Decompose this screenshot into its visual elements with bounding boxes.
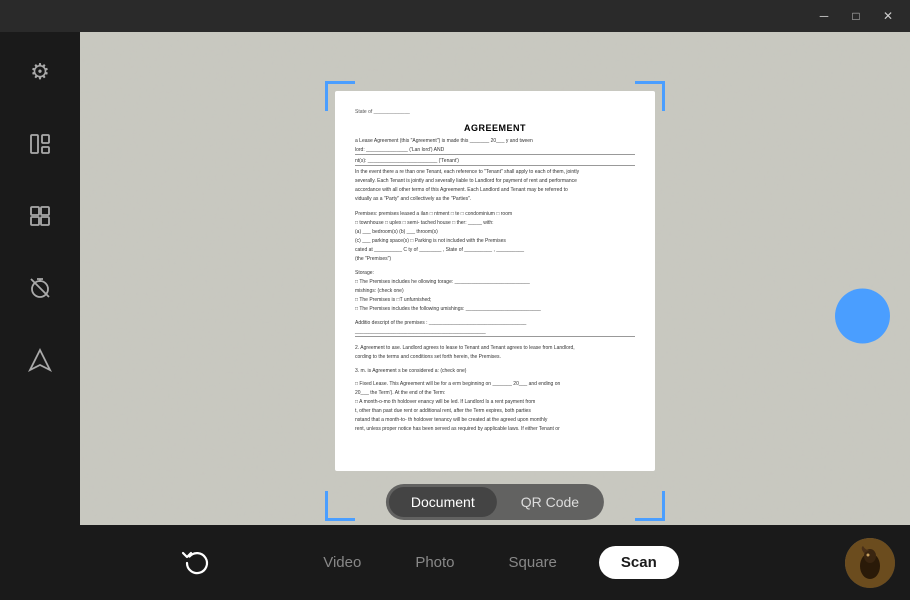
doc-space-5 [355, 363, 635, 366]
doc-title: AGREEMENT [355, 123, 635, 133]
doc-storage-2: mishings: (check one) [355, 288, 635, 295]
mode-square[interactable]: Square [497, 546, 569, 579]
close-button[interactable]: ✕ [874, 6, 902, 26]
left-sidebar: ⚙ [0, 32, 80, 600]
doc-storage-1: □ The Premises includes he ollowing tora… [355, 279, 635, 286]
doc-para-2: severally. Each Tenant is jointly and se… [355, 178, 635, 185]
doc-premises-6: (the "Premises") [355, 256, 635, 263]
doc-fixed-1: □ Fixed Lease. This Agreement will be fo… [355, 381, 635, 388]
profile-avatar[interactable] [845, 538, 895, 588]
timer-off-icon[interactable] [20, 268, 60, 308]
doc-state-line: State of _____________ [355, 109, 635, 115]
doc-para-3: accordance with all other terms of this … [355, 187, 635, 194]
bottom-toolbar: Video Photo Square Scan [80, 525, 910, 600]
doc-fixed-2: 20___ the Term'). At the end of the Term… [355, 390, 635, 397]
doc-storage-3: □ The Premises is □T unfurnished; [355, 297, 635, 304]
settings-icon[interactable]: ⚙ [20, 52, 60, 92]
minimize-button[interactable]: ─ [810, 6, 838, 26]
doc-space-2 [355, 265, 635, 268]
doc-para-1: In the event there a re than one Tenant,… [355, 169, 635, 176]
layout-icon[interactable] [20, 124, 60, 164]
grid-icon[interactable] [20, 196, 60, 236]
doc-storage-4: □ The Premises includes the following um… [355, 306, 635, 313]
doc-premises-2: □ townhouse □ uplex □ semi- tached house… [355, 220, 635, 227]
doc-agreement-1: 2. Agreement to ase. Landlord agrees to … [355, 345, 635, 352]
document-scan-frame: State of _____________ AGREEMENT a Lease… [325, 81, 665, 521]
avatar-image [845, 538, 895, 588]
doc-fixed-4: t, other than past due rent or additiona… [355, 408, 635, 415]
doc-space-3 [355, 315, 635, 318]
doc-space-1 [355, 205, 635, 209]
mode-video[interactable]: Video [311, 546, 373, 579]
scan-mode-tabs: Document QR Code [386, 484, 604, 520]
doc-storage-head: Storage: [355, 270, 635, 277]
maximize-button[interactable]: □ [842, 6, 870, 26]
mode-photo[interactable]: Photo [403, 546, 466, 579]
doc-premises-3: (a) ___ bedroom(s) (b) ___ throom(s) [355, 229, 635, 236]
corner-bracket-bl [325, 491, 355, 521]
doc-line-tenant: nt(s): _________________________ ('Tenan… [355, 158, 635, 166]
doc-premises-4: (c) ___ parking space(s) □ Parking is no… [355, 238, 635, 245]
corner-bracket-br [635, 491, 665, 521]
tab-document[interactable]: Document [389, 487, 497, 517]
doc-fixed-6: rent, unless proper notice has been serv… [355, 426, 635, 433]
doc-space-4 [355, 340, 635, 343]
doc-agreement-2: cording to the terms and conditions set … [355, 354, 635, 361]
tab-qr-code[interactable]: QR Code [499, 487, 601, 517]
title-bar: ─ □ ✕ [0, 0, 910, 32]
doc-premises-head: Premises: premises leased a ilan □ ntmen… [355, 211, 635, 218]
camera-viewport: State of _____________ AGREEMENT a Lease… [80, 32, 910, 600]
doc-space-6 [355, 377, 635, 379]
doc-premises-5: cated at __________ C ty of ________ , S… [355, 247, 635, 254]
doc-fixed-3: □ A month-o-mo th holdover enancy will b… [355, 399, 635, 406]
document-preview: State of _____________ AGREEMENT a Lease… [335, 91, 655, 471]
capture-button[interactable] [835, 289, 890, 344]
doc-line-lord: lord: _______________ ('Lan lord') AND [355, 147, 635, 155]
navigation-icon[interactable] [20, 340, 60, 380]
doc-addl-1: Additio descript of the premises : _____… [355, 320, 635, 327]
rotate-button[interactable] [175, 541, 219, 585]
doc-addl-2: ________________________________________… [355, 329, 635, 337]
doc-fixed-5: nstand that a month-to- th holdover tena… [355, 417, 635, 424]
mode-scan[interactable]: Scan [599, 546, 679, 579]
capture-mode-list: Video Photo Square Scan [311, 546, 679, 579]
doc-term-1: 3. m. is Agreement s be considered a: (c… [355, 368, 635, 375]
doc-para-4: vidually as a "Party" and collectively a… [355, 196, 635, 203]
doc-line-1: a Lease Agreement (this "Agreement") is … [355, 138, 635, 145]
